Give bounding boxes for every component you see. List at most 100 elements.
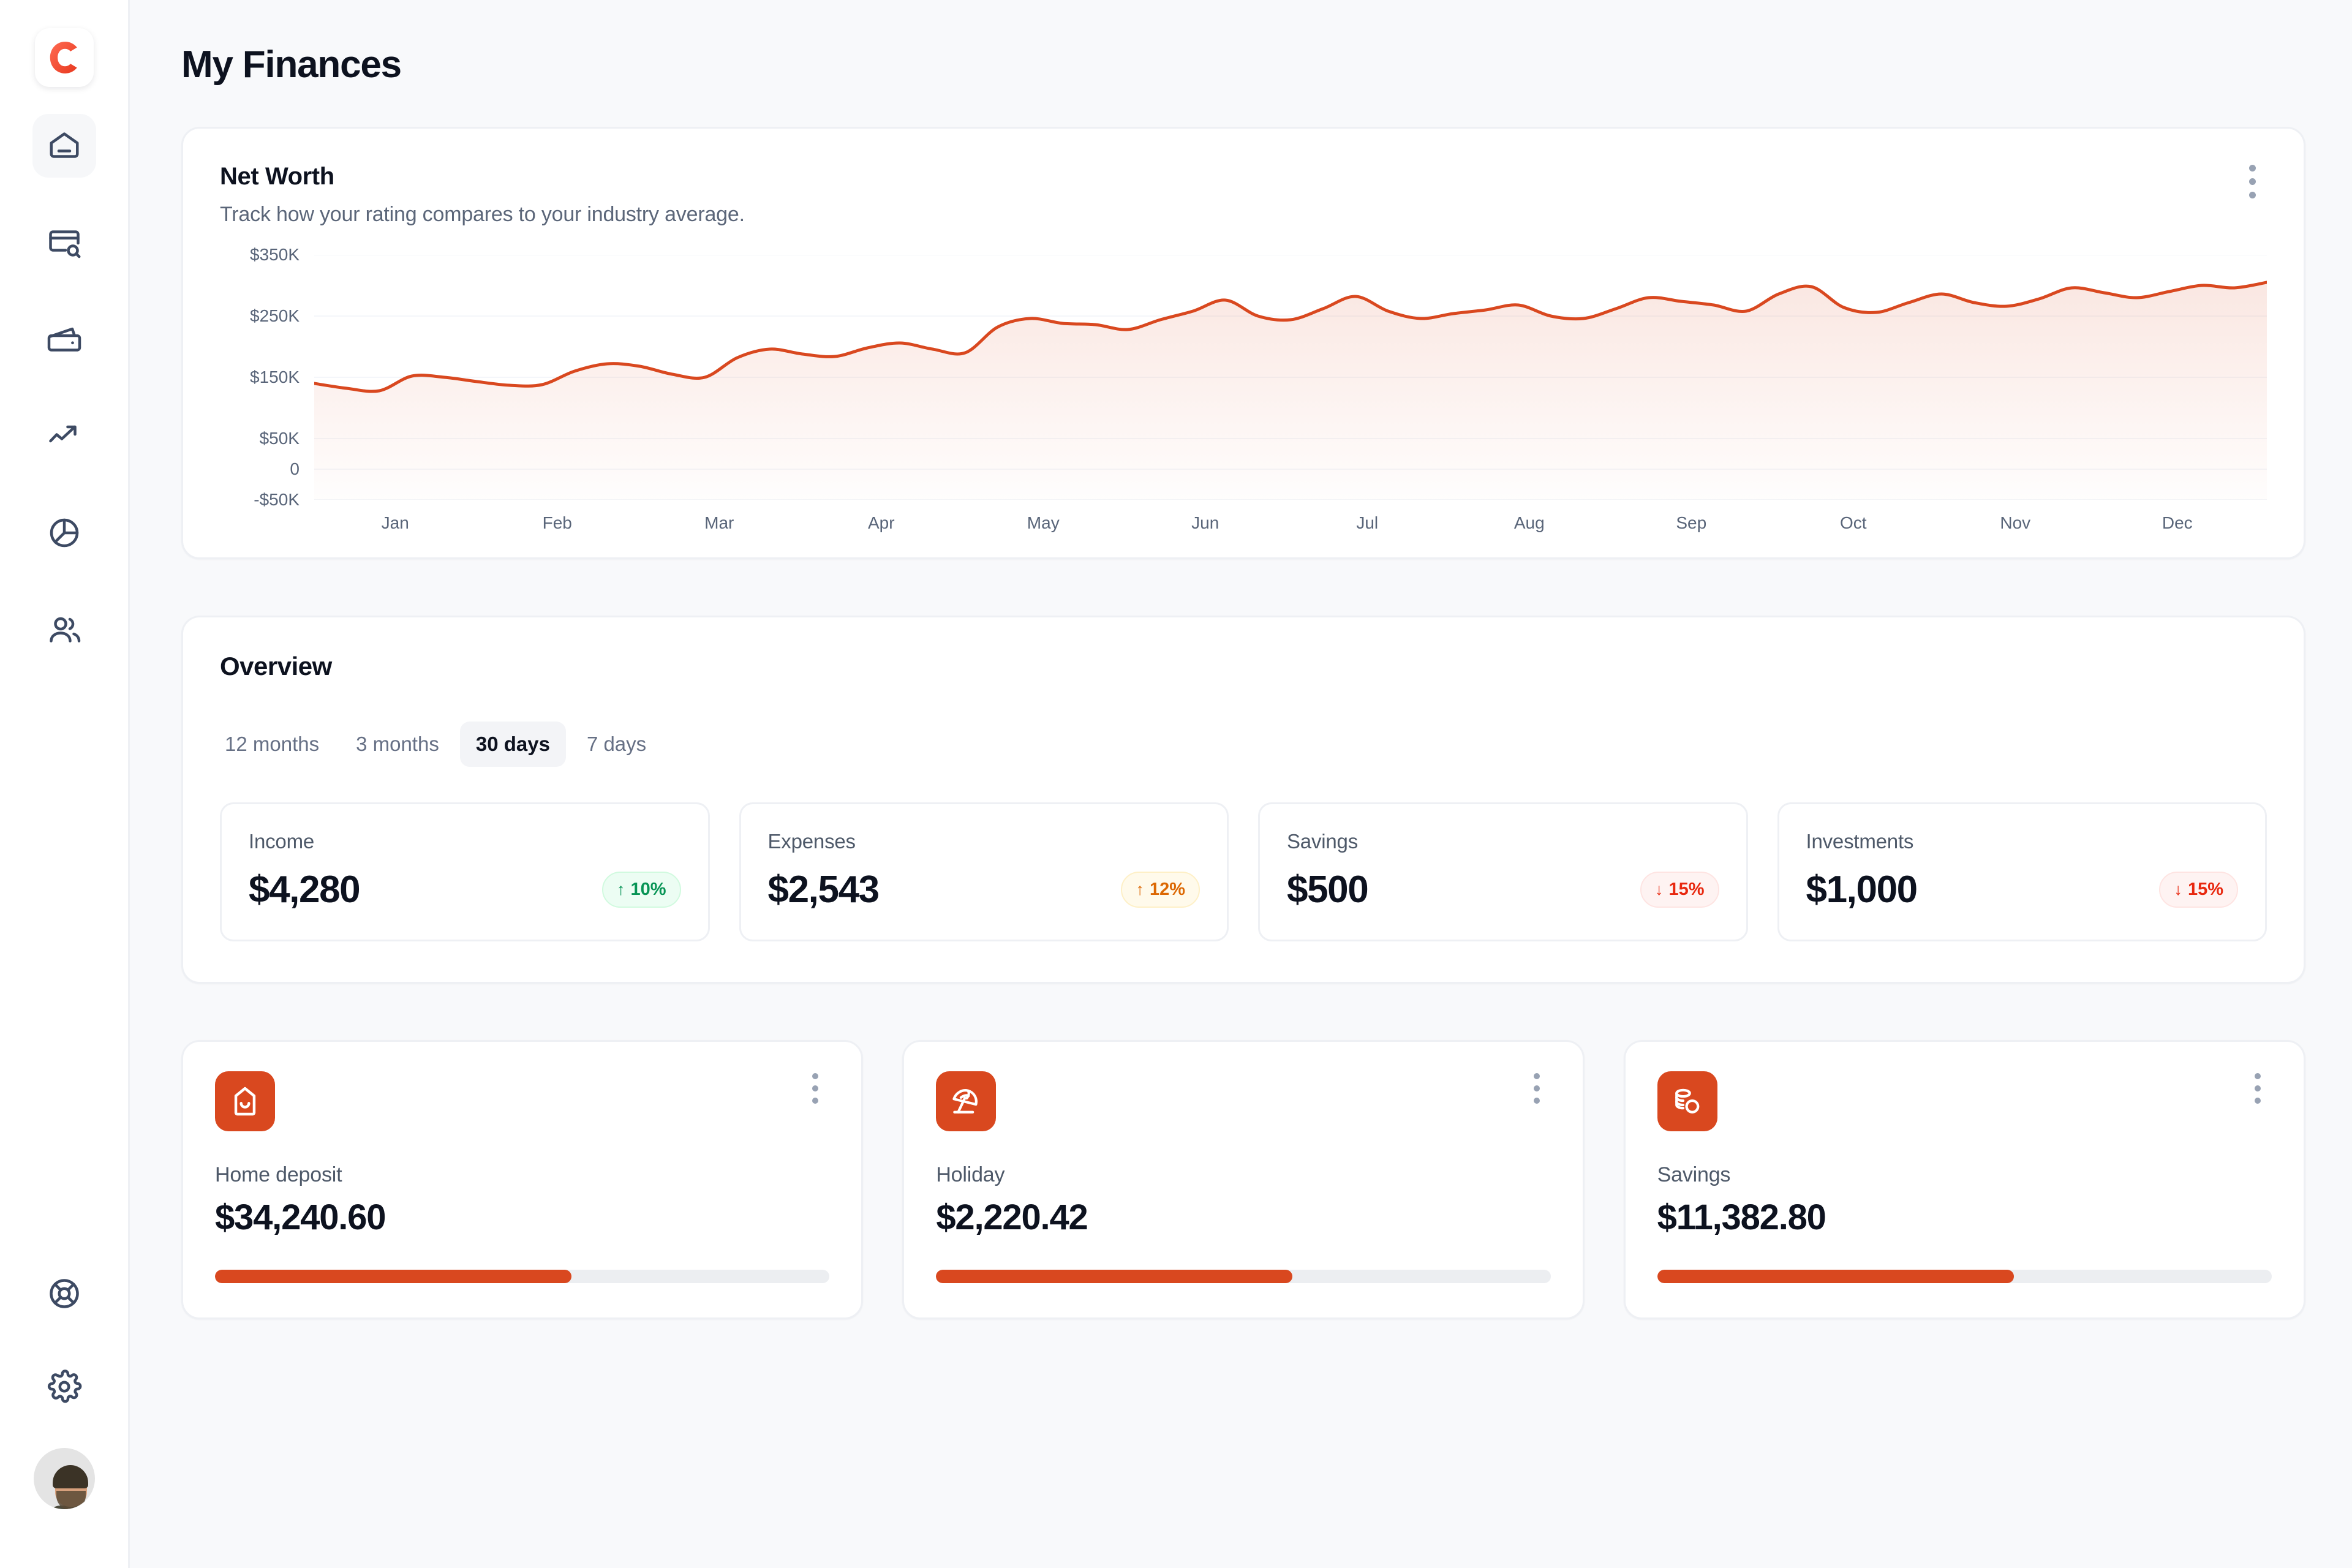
chart-x-tick: Mar — [704, 513, 734, 532]
net-worth-kebab-menu-icon[interactable] — [2235, 159, 2269, 203]
page-title: My Finances — [181, 43, 402, 86]
goal-card-holiday: Holiday $2,220.42 — [902, 1040, 1585, 1319]
goal-progress-bar — [215, 1270, 830, 1283]
sidebar-item-analytics[interactable] — [32, 404, 96, 468]
chart-x-tick: May — [1027, 513, 1060, 532]
chart-x-tick: Jun — [1191, 513, 1219, 532]
goal-value: $11,382.80 — [1657, 1197, 1826, 1237]
chart-x-tick: Dec — [2162, 513, 2193, 532]
chart-y-tick: 0 — [290, 459, 300, 478]
app-root: My Finances Net Worth Track how your rat… — [0, 0, 2352, 1568]
stat-label: Expenses — [767, 830, 856, 853]
chart-x-tick: Nov — [2000, 513, 2031, 532]
home-icon — [46, 127, 83, 164]
stat-label: Income — [249, 830, 315, 853]
logo-c-icon — [45, 39, 83, 77]
goal-card-savings: Savings $11,382.80 — [1623, 1040, 2305, 1319]
stat-card-investments: Investments $1,000 ↓ 15% — [1777, 802, 2267, 941]
sidebar-item-home[interactable] — [32, 114, 96, 178]
chart-x-tick: Jul — [1356, 513, 1379, 532]
coins-icon — [1657, 1071, 1717, 1131]
house-icon — [215, 1071, 275, 1131]
sidebar-item-reports[interactable] — [32, 501, 96, 565]
goal-progress-fill — [936, 1270, 1293, 1283]
goal-value: $2,220.42 — [936, 1197, 1088, 1237]
avatar-illustration — [40, 1459, 95, 1509]
sidebar-item-people[interactable] — [32, 598, 96, 662]
chart-y-axis: $350K $250K $150K $50K 0 -$50K — [220, 245, 300, 509]
goal-progress-bar — [1657, 1270, 2272, 1283]
chart-x-tick: Apr — [867, 513, 895, 532]
stat-row: $4,280 ↑ 10% — [249, 868, 681, 911]
chart-svg — [314, 255, 2267, 500]
goal-kebab-menu-icon[interactable] — [800, 1069, 831, 1108]
sidebar-item-support[interactable] — [32, 1262, 96, 1325]
overview-tab-7-days[interactable]: 7 days — [571, 722, 662, 767]
arrow-down-icon: ↓ — [2174, 880, 2182, 899]
stat-change-badge: ↑ 10% — [601, 872, 681, 908]
stat-change-badge: ↑ 12% — [1121, 872, 1200, 908]
stat-value: $1,000 — [1806, 869, 1918, 911]
stat-label: Investments — [1806, 830, 1914, 853]
chart-area — [314, 282, 2267, 500]
overview-tab-3-months[interactable]: 3 months — [340, 722, 455, 767]
goal-label: Holiday — [936, 1163, 1005, 1186]
net-worth-subtitle: Track how your rating compares to your i… — [220, 203, 745, 226]
sidebar-item-wallet[interactable] — [32, 307, 96, 371]
wallet-icon — [46, 321, 83, 358]
overview-tab-30-days[interactable]: 30 days — [459, 722, 566, 767]
sidebar-bottom-nav — [32, 1262, 96, 1568]
app-logo[interactable] — [34, 28, 94, 87]
stat-label: Savings — [1287, 830, 1359, 853]
stat-row: $1,000 ↓ 15% — [1806, 868, 2238, 911]
net-worth-chart: $350K $250K $150K $50K 0 -$50K — [220, 245, 2267, 509]
goal-kebab-menu-icon[interactable] — [1521, 1069, 1552, 1108]
net-worth-title: Net Worth — [220, 163, 334, 190]
goal-progress-fill — [215, 1270, 571, 1283]
goal-progress-bar — [936, 1270, 1551, 1283]
stat-value: $2,543 — [767, 869, 880, 911]
pie-chart-icon — [46, 514, 83, 551]
stat-value: $4,280 — [249, 869, 361, 911]
sidebar-item-transactions[interactable] — [32, 211, 96, 274]
stat-card-income: Income $4,280 ↑ 10% — [220, 802, 710, 941]
trend-up-icon — [46, 418, 83, 454]
arrow-up-icon: ↑ — [616, 880, 625, 899]
chart-plot-area — [314, 255, 2267, 500]
stat-change-value: 15% — [2187, 880, 2223, 899]
overview-tab-12-months[interactable]: 12 months — [209, 722, 335, 767]
chart-y-tick: $150K — [250, 368, 300, 386]
stat-change-value: 12% — [1149, 880, 1185, 899]
stat-row: $500 ↓ 15% — [1287, 868, 1719, 911]
chart-y-tick: $50K — [259, 429, 300, 448]
overview-tabs: 12 months 3 months 30 days 7 days — [209, 722, 2267, 767]
sidebar-nav — [32, 114, 96, 662]
stat-card-expenses: Expenses $2,543 ↑ 12% — [739, 802, 1229, 941]
arrow-up-icon: ↑ — [1136, 880, 1144, 899]
main-content: My Finances Net Worth Track how your rat… — [130, 0, 2352, 1568]
stat-change-badge: ↓ 15% — [1640, 872, 1719, 908]
beach-umbrella-icon — [936, 1071, 997, 1131]
chart-x-tick: Sep — [1676, 513, 1707, 532]
lifebuoy-icon — [46, 1275, 83, 1312]
chart-y-tick: $250K — [250, 306, 300, 325]
chart-y-tick: $350K — [250, 245, 300, 264]
goal-cards: Home deposit $34,240.60 Holiday $2,220.42 Sa… — [181, 1040, 2305, 1319]
sidebar-item-settings[interactable] — [32, 1355, 96, 1419]
overview-stats: Income $4,280 ↑ 10% Expenses $2,543 ↑ 12% Saving… — [220, 802, 2267, 941]
chart-x-tick: Oct — [1839, 513, 1867, 532]
user-avatar[interactable] — [33, 1448, 95, 1509]
chart-x-tick: Jan — [381, 513, 409, 532]
stat-card-savings: Savings $500 ↓ 15% — [1258, 802, 1748, 941]
stat-change-badge: ↓ 15% — [2159, 872, 2238, 908]
net-worth-card: Net Worth Track how your rating compares… — [181, 127, 2305, 559]
goal-label: Home deposit — [215, 1163, 342, 1186]
overview-card: Overview 12 months 3 months 30 days 7 days … — [181, 616, 2305, 984]
stat-change-value: 15% — [1668, 880, 1705, 899]
goal-kebab-menu-icon[interactable] — [2242, 1069, 2273, 1108]
goal-card-home-deposit: Home deposit $34,240.60 — [181, 1040, 864, 1319]
arrow-down-icon: ↓ — [1654, 880, 1664, 899]
chart-x-tick: Feb — [542, 513, 572, 532]
goal-value: $34,240.60 — [215, 1197, 386, 1237]
chart-y-tick: -$50K — [254, 490, 300, 509]
